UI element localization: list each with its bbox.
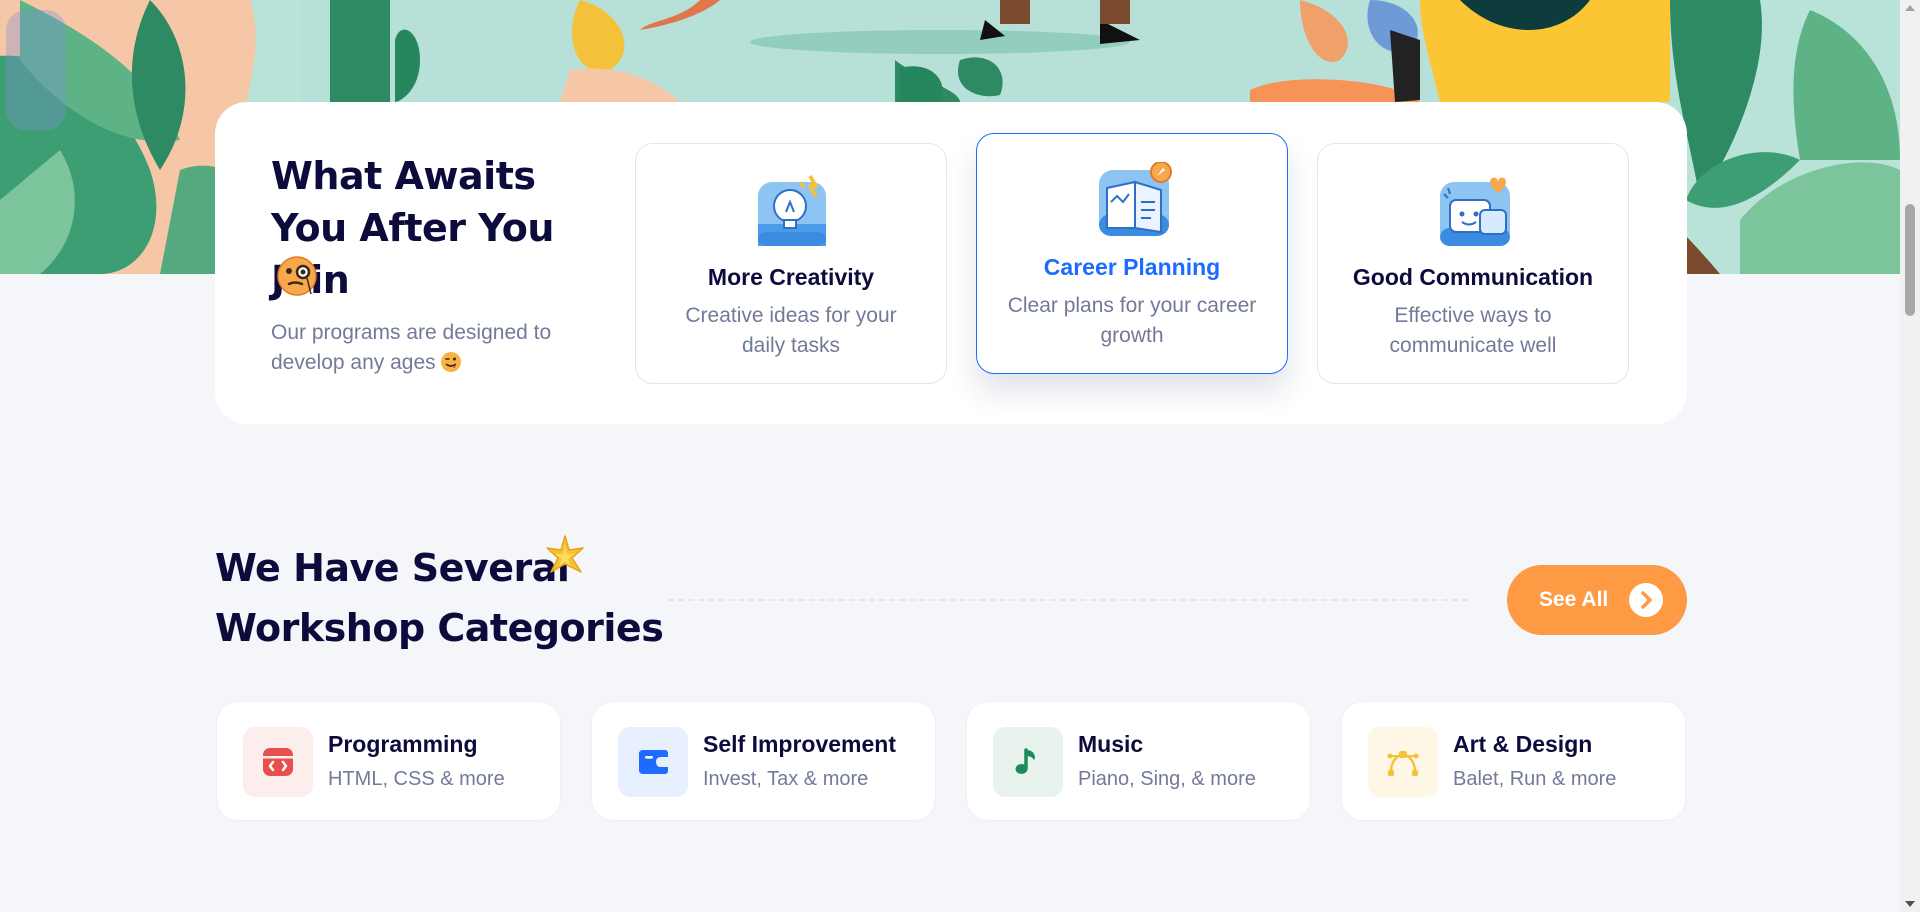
sparkle-star-icon: [543, 534, 587, 578]
winking-tongue-emoji-icon: [440, 351, 462, 382]
feature-card-creativity[interactable]: More Creativity Creative ideas for your …: [635, 143, 947, 384]
see-all-label: See All: [1539, 588, 1609, 611]
category-subtitle: Invest, Tax & more: [703, 768, 869, 790]
category-card-self-improvement[interactable]: Self Improvement Invest, Tax & more: [591, 701, 936, 821]
scrollbar-thumb[interactable]: [1905, 204, 1915, 316]
category-name: Self Improvement: [703, 731, 896, 757]
awaits-title: What Awaits You After You Join: [271, 154, 554, 302]
wallet-icon: [639, 750, 668, 774]
lightbulb-icon: [754, 172, 832, 250]
vector-pen-icon: [1387, 751, 1419, 776]
workshop-section-title: We Have Several Workshop Categories: [215, 546, 664, 650]
feature-description: Effective ways to communicate well: [1389, 304, 1557, 357]
category-subtitle: Balet, Run & more: [1453, 768, 1617, 790]
page-scrollbar[interactable]: [1900, 0, 1920, 912]
monocle-face-emoji-icon: [275, 254, 319, 298]
scroll-down-arrow-icon[interactable]: [1900, 896, 1920, 912]
category-subtitle: HTML, CSS & more: [328, 768, 505, 790]
category-subtitle: Piano, Sing, & more: [1078, 768, 1256, 790]
music-note-icon: [1015, 748, 1035, 774]
feature-card-career-planning[interactable]: Career Planning Clear plans for your car…: [976, 133, 1288, 374]
category-name: Art & Design: [1453, 731, 1593, 757]
category-card-programming[interactable]: Programming HTML, CSS & more: [216, 701, 561, 821]
feature-description: Clear plans for your career growth: [1007, 294, 1257, 347]
map-compass-icon: [1095, 161, 1173, 240]
feature-title: Good Communication: [1352, 264, 1594, 290]
category-card-music[interactable]: Music Piano, Sing, & more: [966, 701, 1311, 821]
see-all-button[interactable]: See All: [1507, 565, 1687, 635]
chevron-right-icon: [1629, 583, 1663, 617]
feature-card-communication[interactable]: Good Communication Effective ways to com…: [1317, 143, 1629, 384]
feature-title: More Creativity: [707, 264, 875, 290]
awaits-description: Our programs are designed to develop any…: [271, 318, 601, 382]
awaits-description-text: Our programs are designed to develop any…: [271, 321, 552, 374]
category-name: Music: [1078, 731, 1144, 757]
scroll-up-arrow-icon[interactable]: [1900, 0, 1920, 16]
category-icon-box: [1368, 727, 1438, 797]
category-icon-box: [993, 727, 1063, 797]
category-icon-box: [618, 727, 688, 797]
category-card-art-design[interactable]: Art & Design Balet, Run & more: [1341, 701, 1686, 821]
category-name: Programming: [328, 731, 478, 757]
category-icon-box: [243, 727, 313, 797]
awaits-card: What Awaits You After You Join Our progr…: [215, 102, 1687, 424]
section-divider: [668, 599, 1468, 601]
chat-bubble-icon: [1436, 172, 1514, 250]
feature-description: Creative ideas for your daily tasks: [685, 304, 897, 357]
feature-title: Career Planning: [1043, 254, 1221, 280]
code-window-icon: [263, 748, 293, 776]
